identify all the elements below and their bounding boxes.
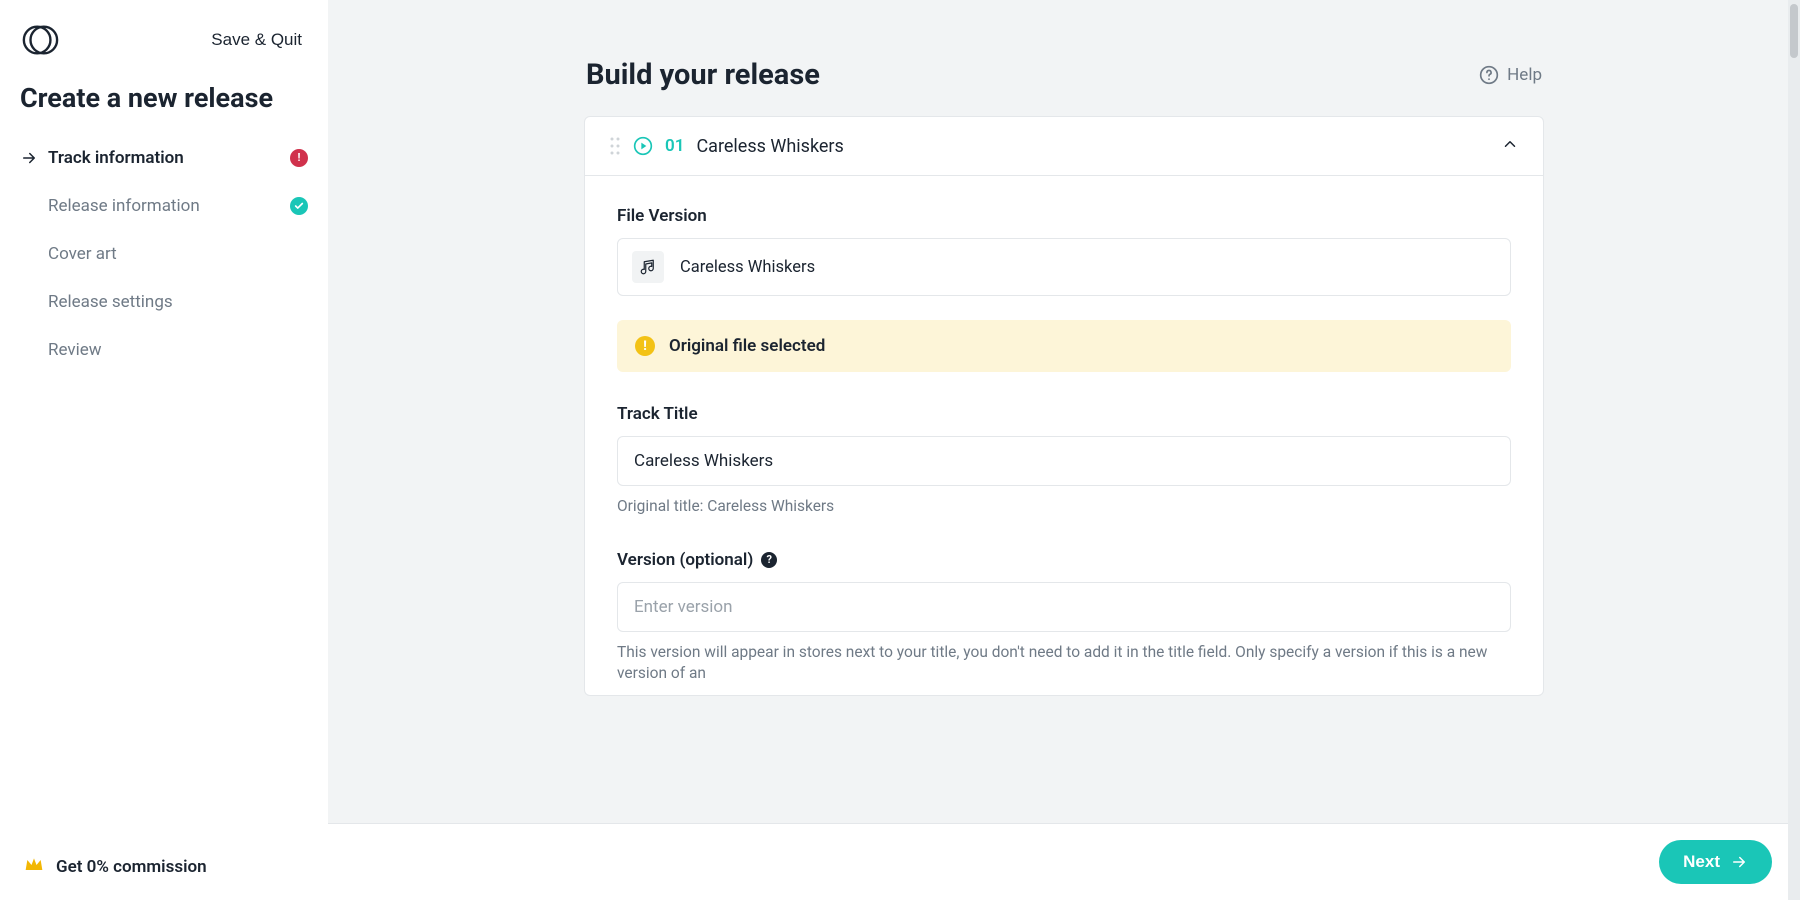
footer-bar: Next xyxy=(328,823,1800,900)
app-root: Save & Quit Create a new release Track i… xyxy=(0,0,1800,900)
version-label: Version (optional) xyxy=(617,550,753,570)
drag-handle-icon[interactable] xyxy=(609,136,621,156)
next-button[interactable]: Next xyxy=(1659,840,1772,884)
track-title-input[interactable] xyxy=(617,436,1511,486)
crown-icon xyxy=(24,856,44,878)
step-label: Release settings xyxy=(48,292,173,312)
file-warning: ! Original file selected xyxy=(617,320,1511,372)
file-version-label: File Version xyxy=(617,206,1511,226)
help-link[interactable]: Help xyxy=(1479,65,1542,85)
next-label: Next xyxy=(1683,852,1720,872)
step-track-information[interactable]: Track information ! xyxy=(0,134,328,182)
warning-message: Original file selected xyxy=(669,336,825,356)
file-version-row[interactable]: Careless Whiskers xyxy=(617,238,1511,296)
scrollbar-track[interactable] xyxy=(1788,0,1800,900)
sidebar-title: Create a new release xyxy=(0,68,328,134)
promo-label: Get 0% commission xyxy=(56,857,207,877)
step-release-information[interactable]: Release information xyxy=(0,182,328,230)
promo-link[interactable]: Get 0% commission xyxy=(0,834,328,900)
music-file-icon xyxy=(632,251,664,283)
page-title: Build your release xyxy=(586,58,820,92)
status-ok-icon xyxy=(290,197,308,215)
content-scroll[interactable]: Build your release Help 01 xyxy=(328,0,1800,900)
scrollbar-thumb[interactable] xyxy=(1790,4,1798,58)
version-hint: This version will appear in stores next … xyxy=(617,642,1511,685)
arrow-right-icon xyxy=(1730,853,1748,871)
step-label: Release information xyxy=(48,196,200,216)
step-label: Cover art xyxy=(48,244,117,264)
step-review[interactable]: Review xyxy=(0,326,328,374)
card-body: File Version Careless Whiskers ! Origina… xyxy=(585,176,1543,695)
save-quit-button[interactable]: Save & Quit xyxy=(205,29,308,51)
track-number: 01 xyxy=(665,136,684,156)
track-title-hint: Original title: Careless Whiskers xyxy=(617,496,1511,518)
sidebar: Save & Quit Create a new release Track i… xyxy=(0,0,328,900)
tooltip-icon[interactable]: ? xyxy=(761,552,777,568)
arrow-right-icon xyxy=(20,149,38,167)
main: Build your release Help 01 xyxy=(328,0,1800,900)
step-list: Track information ! Release information … xyxy=(0,134,328,374)
warning-icon: ! xyxy=(635,336,655,356)
step-cover-art[interactable]: Cover art xyxy=(0,230,328,278)
track-title-field: Track Title Original title: Careless Whi… xyxy=(617,404,1511,518)
status-error-icon: ! xyxy=(290,149,308,167)
page-head: Build your release Help xyxy=(584,58,1544,92)
track-name: Careless Whiskers xyxy=(696,136,843,157)
track-card: 01 Careless Whiskers File Version Carele… xyxy=(584,116,1544,696)
step-label: Review xyxy=(48,340,102,360)
brand-logo[interactable] xyxy=(20,20,60,60)
version-field: Version (optional) ? This version will a… xyxy=(617,550,1511,685)
chevron-up-icon xyxy=(1501,135,1519,157)
step-release-settings[interactable]: Release settings xyxy=(0,278,328,326)
file-name: Careless Whiskers xyxy=(680,258,815,277)
play-icon[interactable] xyxy=(633,136,653,156)
help-label: Help xyxy=(1507,65,1542,85)
sidebar-top: Save & Quit xyxy=(0,0,328,68)
help-icon xyxy=(1479,65,1499,85)
track-header[interactable]: 01 Careless Whiskers xyxy=(585,117,1543,176)
track-title-label: Track Title xyxy=(617,404,1511,424)
logo-icon xyxy=(21,21,59,59)
step-label: Track information xyxy=(48,148,184,168)
version-input[interactable] xyxy=(617,582,1511,632)
